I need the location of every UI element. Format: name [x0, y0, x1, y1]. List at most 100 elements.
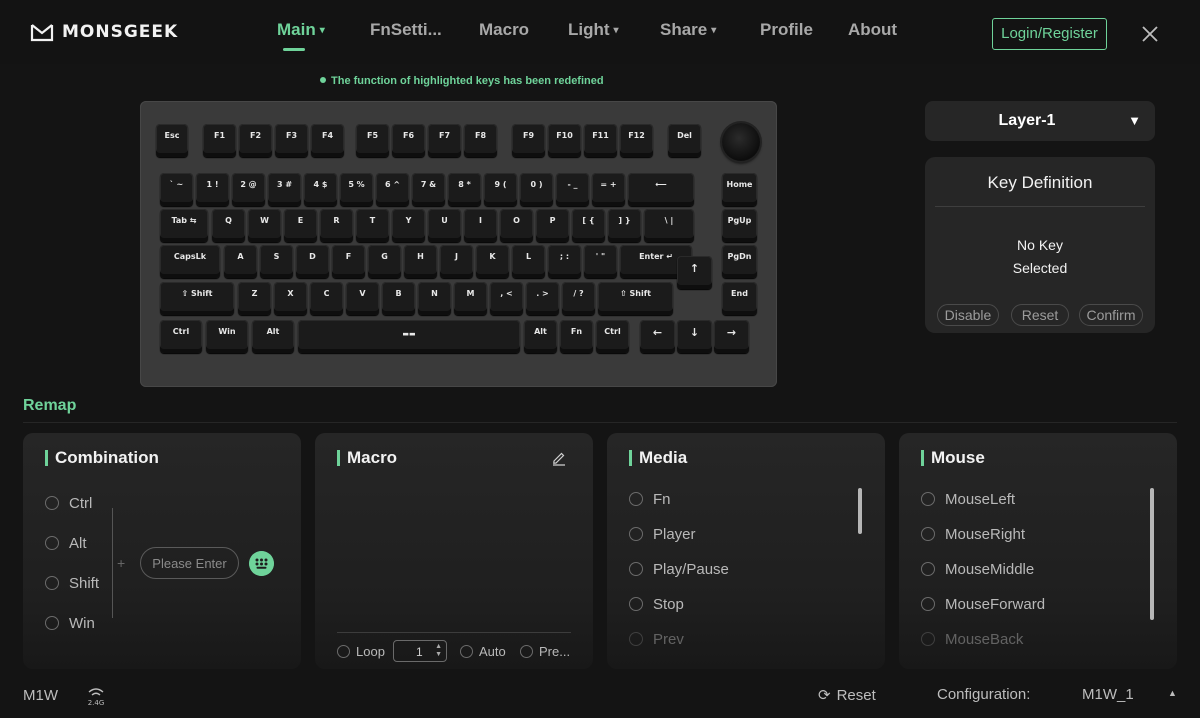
key-n[interactable]: N: [418, 282, 451, 315]
key-[interactable]: = +: [592, 173, 625, 206]
mouse-option-forward[interactable]: MouseForward: [921, 596, 1045, 613]
key-home[interactable]: Home: [722, 173, 757, 206]
media-scrollbar[interactable]: [858, 488, 862, 534]
key-i[interactable]: I: [464, 209, 497, 242]
media-option-stop[interactable]: Stop: [629, 596, 684, 613]
key-[interactable]: ⟵: [628, 173, 694, 206]
key-u[interactable]: U: [428, 209, 461, 242]
key-[interactable]: ←: [640, 320, 675, 353]
auto-option[interactable]: Auto: [460, 644, 506, 659]
key-2[interactable]: 2 @: [232, 173, 265, 206]
key-del[interactable]: Del: [668, 124, 701, 157]
media-option-prev[interactable]: Prev: [629, 631, 684, 648]
nav-profile[interactable]: Profile: [760, 20, 813, 40]
key-f12[interactable]: F12: [620, 124, 653, 157]
modifier-ctrl-option[interactable]: Ctrl: [45, 495, 92, 512]
key-6[interactable]: 6 ^: [376, 173, 409, 206]
key-fn[interactable]: Fn: [560, 320, 593, 353]
key-g[interactable]: G: [368, 245, 401, 278]
key-esc[interactable]: Esc: [156, 124, 188, 157]
nav-fnsettings[interactable]: FnSetti...: [370, 20, 442, 40]
key-[interactable]: ↑: [677, 256, 712, 289]
keypad-icon[interactable]: [249, 551, 274, 576]
key-4[interactable]: 4 $: [304, 173, 337, 206]
key-shift[interactable]: ⇧ Shift: [598, 282, 673, 315]
key-win[interactable]: Win: [206, 320, 248, 353]
key-[interactable]: ▬▬: [298, 320, 520, 353]
key-ctrl[interactable]: Ctrl: [596, 320, 629, 353]
nav-light[interactable]: Light ▾: [568, 20, 619, 40]
key-z[interactable]: Z: [238, 282, 271, 315]
key-[interactable]: [ {: [572, 209, 605, 242]
modifier-alt-option[interactable]: Alt: [45, 535, 87, 552]
key-m[interactable]: M: [454, 282, 487, 315]
key-3[interactable]: 3 #: [268, 173, 301, 206]
key-w[interactable]: W: [248, 209, 281, 242]
key-f11[interactable]: F11: [584, 124, 617, 157]
key-[interactable]: ' ": [584, 245, 617, 278]
key-[interactable]: \ |: [644, 209, 694, 242]
key-f[interactable]: F: [332, 245, 365, 278]
key-[interactable]: ` ~: [160, 173, 193, 206]
key-j[interactable]: J: [440, 245, 473, 278]
key-f10[interactable]: F10: [548, 124, 581, 157]
key-b[interactable]: B: [382, 282, 415, 315]
key-[interactable]: ; :: [548, 245, 581, 278]
chevron-up-icon[interactable]: ▲: [1168, 688, 1177, 698]
key-o[interactable]: O: [500, 209, 533, 242]
key-ctrl[interactable]: Ctrl: [160, 320, 202, 353]
key-5[interactable]: 5 %: [340, 173, 373, 206]
key-f4[interactable]: F4: [311, 124, 344, 157]
configuration-value[interactable]: M1W_1: [1082, 686, 1134, 703]
key-f6[interactable]: F6: [392, 124, 425, 157]
modifier-win-option[interactable]: Win: [45, 615, 95, 632]
key-f5[interactable]: F5: [356, 124, 389, 157]
disable-button[interactable]: Disable: [937, 304, 999, 326]
key-7[interactable]: 7 &: [412, 173, 445, 206]
mouse-option-middle[interactable]: MouseMiddle: [921, 561, 1034, 578]
loop-option[interactable]: Loop: [337, 644, 385, 659]
media-option-play-pause[interactable]: Play/Pause: [629, 561, 729, 578]
key-l[interactable]: L: [512, 245, 545, 278]
mouse-option-left[interactable]: MouseLeft: [921, 491, 1015, 508]
key-a[interactable]: A: [224, 245, 257, 278]
edit-pencil-icon[interactable]: [551, 450, 567, 466]
modifier-shift-option[interactable]: Shift: [45, 575, 99, 592]
reset-button[interactable]: Reset: [1011, 304, 1069, 326]
key-h[interactable]: H: [404, 245, 437, 278]
media-option-fn[interactable]: Fn: [629, 491, 671, 508]
key-v[interactable]: V: [346, 282, 379, 315]
key-e[interactable]: E: [284, 209, 317, 242]
volume-knob[interactable]: [722, 123, 760, 161]
key-0[interactable]: 0 ): [520, 173, 553, 206]
key-[interactable]: , <: [490, 282, 523, 315]
key-alt[interactable]: Alt: [524, 320, 557, 353]
key-capslk[interactable]: CapsLk: [160, 245, 220, 278]
key-9[interactable]: 9 (: [484, 173, 517, 206]
key-t[interactable]: T: [356, 209, 389, 242]
key-8[interactable]: 8 *: [448, 173, 481, 206]
key-k[interactable]: K: [476, 245, 509, 278]
key-[interactable]: - _: [556, 173, 589, 206]
key-d[interactable]: D: [296, 245, 329, 278]
close-icon[interactable]: [1140, 24, 1160, 44]
stepper-arrows-icon[interactable]: ▲ ▼: [435, 643, 442, 659]
nav-macro[interactable]: Macro: [479, 20, 529, 40]
key-f9[interactable]: F9: [512, 124, 545, 157]
key-[interactable]: ] }: [608, 209, 641, 242]
key-pgup[interactable]: PgUp: [722, 209, 757, 242]
key-f3[interactable]: F3: [275, 124, 308, 157]
key-[interactable]: / ?: [562, 282, 595, 315]
key-f8[interactable]: F8: [464, 124, 497, 157]
layer-dropdown[interactable]: Layer-1 ▼: [925, 101, 1155, 141]
mouse-option-back[interactable]: MouseBack: [921, 631, 1023, 648]
media-option-player[interactable]: Player: [629, 526, 696, 543]
key-r[interactable]: R: [320, 209, 353, 242]
key-tab[interactable]: Tab ⇆: [160, 209, 208, 242]
key-end[interactable]: End: [722, 282, 757, 315]
mouse-scrollbar[interactable]: [1150, 488, 1154, 620]
key-f1[interactable]: F1: [203, 124, 236, 157]
key-pgdn[interactable]: PgDn: [722, 245, 757, 278]
nav-share[interactable]: Share ▾: [660, 20, 716, 40]
footer-reset-button[interactable]: ⟳ Reset: [818, 686, 876, 704]
